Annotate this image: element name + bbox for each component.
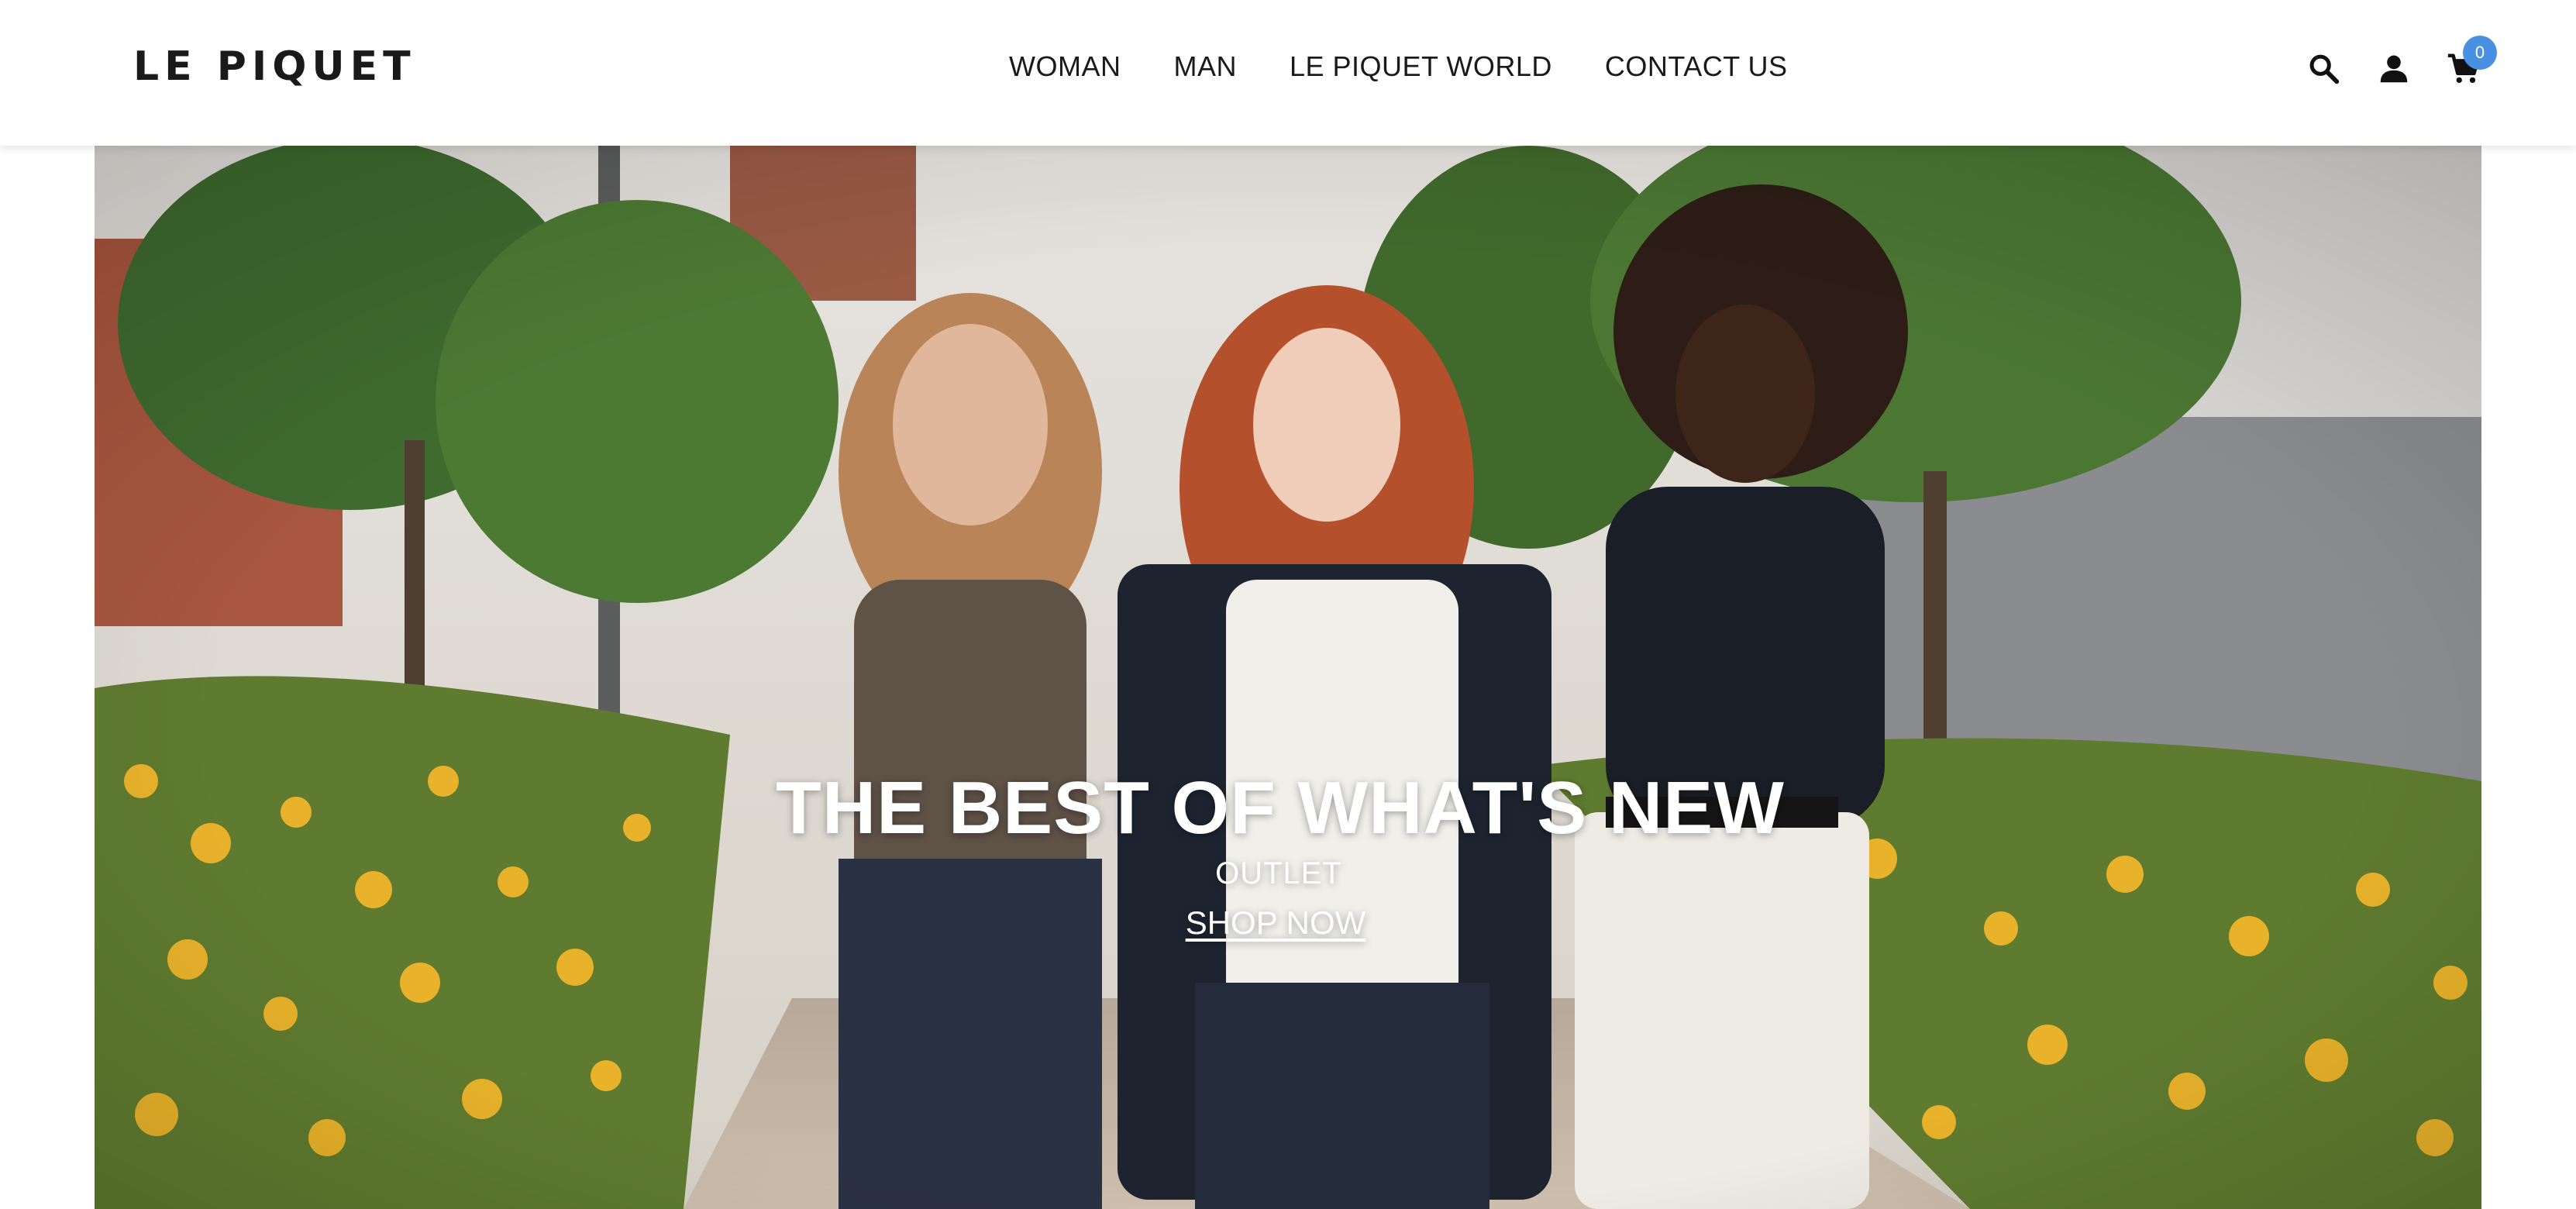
hero-image (95, 146, 2481, 1209)
shop-now-link[interactable]: SHOP NOW (1186, 902, 1366, 944)
user-icon[interactable] (2376, 51, 2412, 87)
cart-count-badge: 0 (2463, 36, 2497, 70)
hero-banner: THE BEST OF WHAT'S NEW OUTLET SHOP NOW (95, 146, 2481, 1209)
header-actions: 0 (2306, 36, 2497, 93)
hero-subtitle: OUTLET (1215, 856, 1342, 890)
hero-content: THE BEST OF WHAT'S NEW OUTLET SHOP NOW (95, 766, 2481, 944)
hero-title: THE BEST OF WHAT'S NEW (776, 766, 1785, 849)
search-icon[interactable] (2306, 51, 2342, 87)
brand-logo[interactable]: LE PIQUET (133, 45, 416, 88)
nav-item-man[interactable]: MAN (1173, 50, 1237, 83)
nav-item-contact-us[interactable]: CONTACT US (1605, 50, 1788, 83)
nav-item-woman[interactable]: WOMAN (1009, 50, 1121, 83)
main-nav: WOMAN MAN LE PIQUET WORLD CONTACT US (1009, 45, 1788, 88)
nav-item-le-piquet-world[interactable]: LE PIQUET WORLD (1290, 50, 1552, 83)
site-header: LE PIQUET WOMAN MAN LE PIQUET WORLD CONT… (0, 0, 2576, 146)
